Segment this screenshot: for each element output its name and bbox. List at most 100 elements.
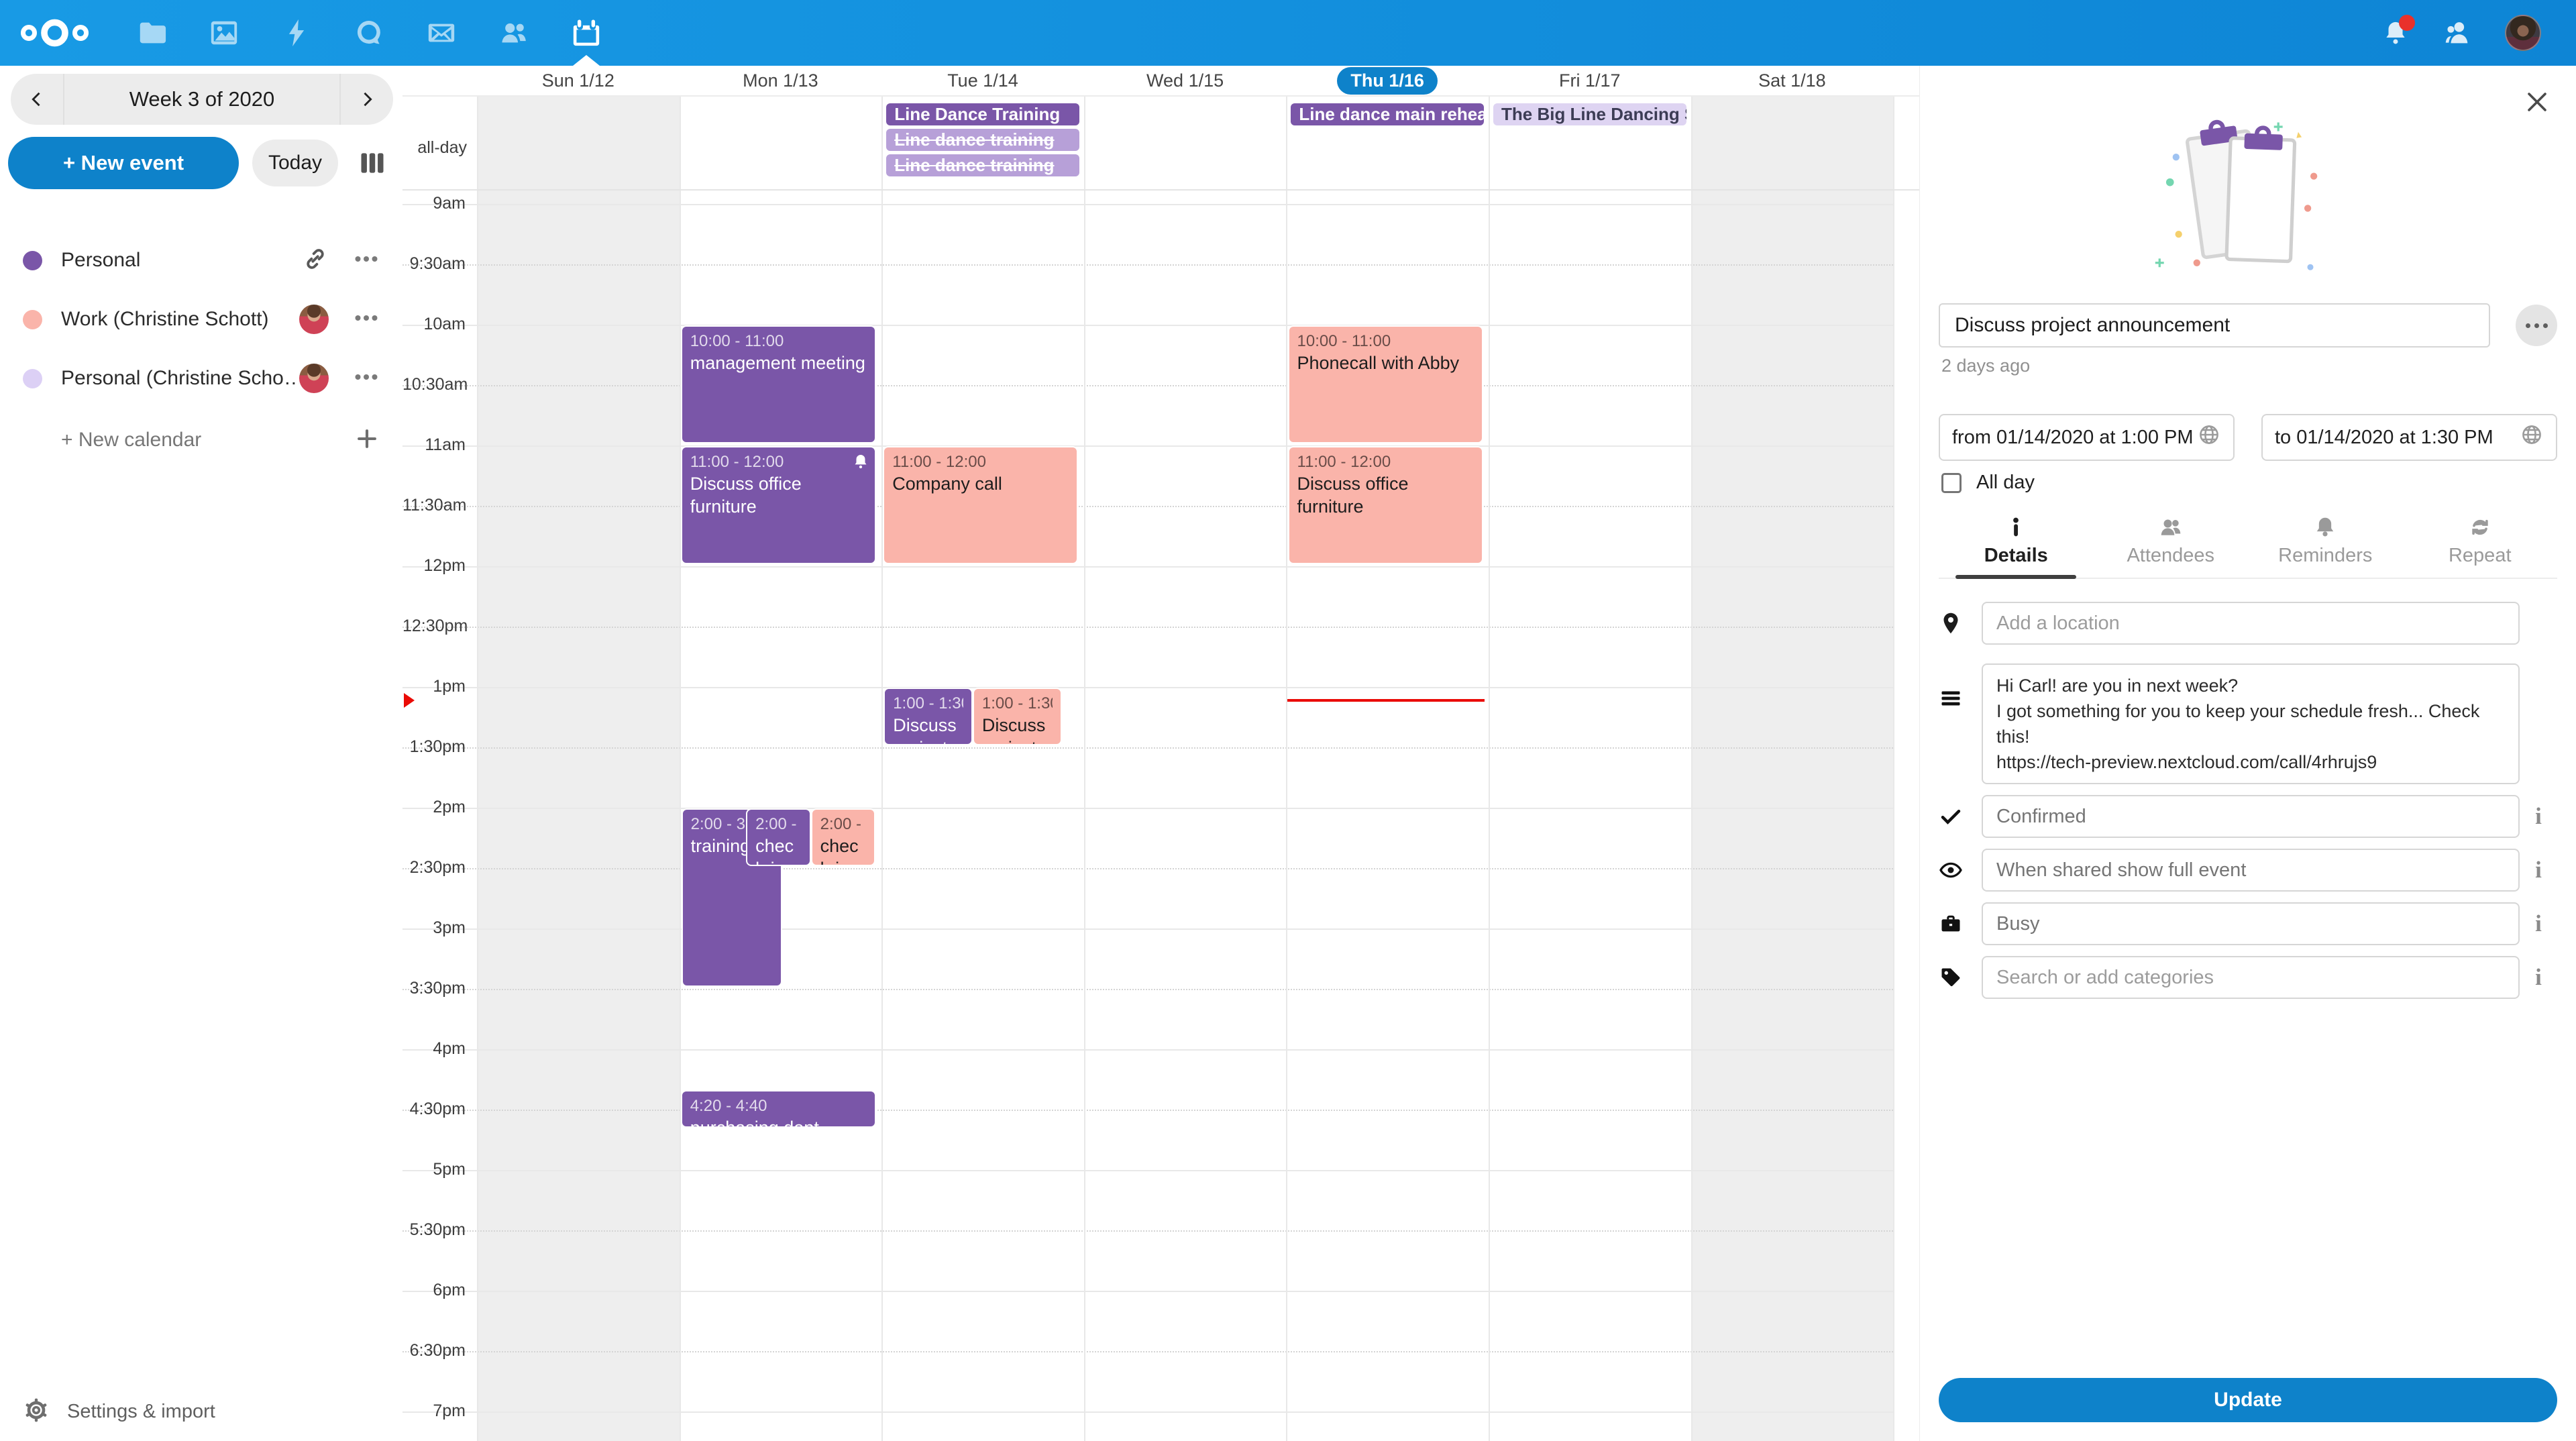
new-event-button[interactable]: + New event (8, 137, 239, 189)
event-time-label: 1:00 - 1:30 (982, 693, 1053, 714)
share-link-icon[interactable] (302, 246, 329, 276)
calendar-menu-icon[interactable] (353, 246, 380, 276)
close-icon[interactable] (2525, 90, 2549, 114)
day-header-wed-1-15: Wed 1/15 (1084, 66, 1287, 95)
nextcloud-logo[interactable] (19, 16, 91, 50)
availability-info-icon[interactable]: i (2520, 910, 2557, 937)
column-separator (1893, 97, 1894, 189)
grid-line (402, 868, 1893, 869)
allday-gutter-label: all-day (402, 138, 467, 158)
files-app-icon[interactable] (135, 0, 168, 66)
categories-info-icon[interactable]: i (2520, 964, 2557, 991)
tab-reminders[interactable]: Reminders (2248, 515, 2403, 578)
allday-event-the-big-line-dancing-show[interactable]: The Big Line Dancing Show (1493, 103, 1686, 125)
talk-app-icon[interactable] (352, 0, 386, 66)
calendar-app-icon[interactable] (570, 0, 603, 66)
new-calendar-button[interactable]: + New calendar (0, 411, 402, 470)
event-check-in[interactable]: 2:00 - 2:30check-in (811, 808, 876, 866)
event-phonecall-with-abby[interactable]: 10:00 - 11:00Phonecall with Abby (1288, 325, 1483, 443)
event-check-in[interactable]: 2:00 - 2:30check-in (746, 808, 811, 866)
visibility-select[interactable]: When shared show full event (1982, 849, 2520, 892)
calendar-menu-icon[interactable] (353, 305, 380, 335)
column-separator (881, 97, 883, 189)
checkbox-box[interactable] (1941, 473, 1962, 493)
timezone-globe-icon[interactable] (2520, 423, 2544, 452)
tab-label: Reminders (2278, 545, 2372, 566)
calendar-menu-icon[interactable] (353, 364, 380, 394)
event-time-label: 11:00 - 12:00 (690, 451, 867, 472)
event-time-label: 10:00 - 11:00 (1297, 331, 1474, 352)
mail-app-icon[interactable] (425, 0, 458, 66)
visibility-row: When shared show full event i (1939, 849, 2557, 892)
next-week-button[interactable] (341, 74, 393, 125)
calendar-list-item-personal-christine-scho[interactable]: Personal (Christine Scho…) (0, 349, 402, 408)
previous-week-button[interactable] (11, 74, 63, 125)
contacts-app-icon[interactable] (497, 0, 531, 66)
day-header-sun-1-12: Sun 1/12 (477, 66, 680, 95)
all-day-checkbox[interactable]: All day (1941, 472, 2557, 494)
briefcase-icon (1939, 912, 1982, 936)
tag-icon (1939, 965, 1982, 990)
visibility-info-icon[interactable]: i (2520, 857, 2557, 884)
app-navigation (135, 0, 642, 66)
description-row: Hi Carl! are you in next week?I got some… (1939, 663, 2557, 784)
weekend-shading (1691, 97, 1894, 189)
event-management-meeting[interactable]: 10:00 - 11:00management meeting (681, 325, 876, 443)
time-label-9:30am: 9:30am (402, 254, 466, 274)
allday-event-line-dance-training[interactable]: Line Dance Training (886, 103, 1079, 125)
contacts-menu-icon[interactable] (2442, 17, 2473, 48)
calendar-name: Work (Christine Schott) (61, 308, 299, 331)
calendar-list-item-personal[interactable]: Personal (0, 231, 402, 290)
time-label-11am: 11am (402, 435, 466, 455)
tab-repeat[interactable]: Repeat (2403, 515, 2558, 578)
settings-import-button[interactable]: Settings & import (0, 1382, 402, 1441)
nextcloud-calendar-app: Week 3 of 2020 + New event Today Persona… (0, 0, 2576, 1441)
time-grid: 9am9:30am10am10:30am11am11:30am12pm12:30… (402, 191, 1919, 1441)
timezone-globe-icon[interactable] (2197, 423, 2221, 452)
categories-input[interactable] (1982, 956, 2520, 999)
event-discuss-office-furniture[interactable]: 11:00 - 12:00Discuss office furniture (681, 446, 876, 564)
user-avatar[interactable] (2505, 15, 2541, 51)
event-dates-row: from 01/14/2020 at 1:00 PM to 01/14/2020… (1939, 414, 2557, 461)
tab-details[interactable]: Details (1939, 515, 2094, 578)
start-date-field[interactable]: from 01/14/2020 at 1:00 PM (1939, 414, 2235, 461)
allday-event-line-dance-training[interactable]: Line dance training (886, 154, 1079, 176)
event-title-input[interactable] (1939, 303, 2490, 348)
clipboard-illustration (2144, 93, 2352, 286)
event-purchasing-dept[interactable]: 4:20 - 4:40purchasing dept (681, 1090, 876, 1128)
event-discuss-project-announcement[interactable]: 1:00 - 1:30Discuss project announcement (883, 688, 973, 745)
repeat-tab-icon (2403, 515, 2558, 545)
today-button[interactable]: Today (252, 140, 338, 186)
time-label-12:30pm: 12:30pm (402, 617, 466, 636)
event-discuss-office-furniture[interactable]: 11:00 - 12:00Discuss office furniture (1288, 446, 1483, 564)
description-textarea[interactable]: Hi Carl! are you in next week?I got some… (1982, 663, 2520, 784)
location-input[interactable] (1982, 602, 2520, 645)
current-time-line (1287, 699, 1485, 702)
calendar-name: Personal (Christine Scho…) (61, 367, 299, 390)
calendar-list: Personal Work (Christine Schott) Personal … (0, 231, 402, 408)
activity-app-icon[interactable] (280, 0, 313, 66)
event-title: Discuss project (982, 714, 1053, 745)
grid-line (402, 928, 1893, 930)
event-title: Discuss project announcement (893, 714, 963, 745)
grid-line (402, 1291, 1893, 1292)
end-date-field[interactable]: to 01/14/2020 at 1:30 PM (2261, 414, 2557, 461)
availability-select[interactable]: Busy (1982, 902, 2520, 945)
tab-attendees[interactable]: Attendees (2094, 515, 2249, 578)
event-company-call[interactable]: 11:00 - 12:00Company call (883, 446, 1078, 564)
allday-event-line-dance-main-rehearsal[interactable]: Line dance main rehearsal (1291, 103, 1484, 125)
status-select[interactable]: Confirmed (1982, 795, 2520, 838)
reminders-tab-icon (2248, 515, 2403, 545)
event-actions-menu-button[interactable] (2516, 305, 2557, 346)
week-label[interactable]: Week 3 of 2020 (63, 74, 341, 125)
status-info-icon[interactable]: i (2520, 803, 2557, 830)
calendar-list-item-work-christine-schott[interactable]: Work (Christine Schott) (0, 290, 402, 349)
allday-event-line-dance-training[interactable]: Line dance training (886, 129, 1079, 151)
time-label-4:30pm: 4:30pm (402, 1100, 466, 1119)
notifications-bell-icon[interactable] (2381, 19, 2410, 47)
event-discuss-project[interactable]: 1:00 - 1:30Discuss project (973, 688, 1062, 745)
view-switcher-button[interactable] (352, 142, 393, 184)
photos-app-icon[interactable] (207, 0, 241, 66)
update-button[interactable]: Update (1939, 1378, 2557, 1422)
event-title: purchasing dept (690, 1116, 867, 1128)
